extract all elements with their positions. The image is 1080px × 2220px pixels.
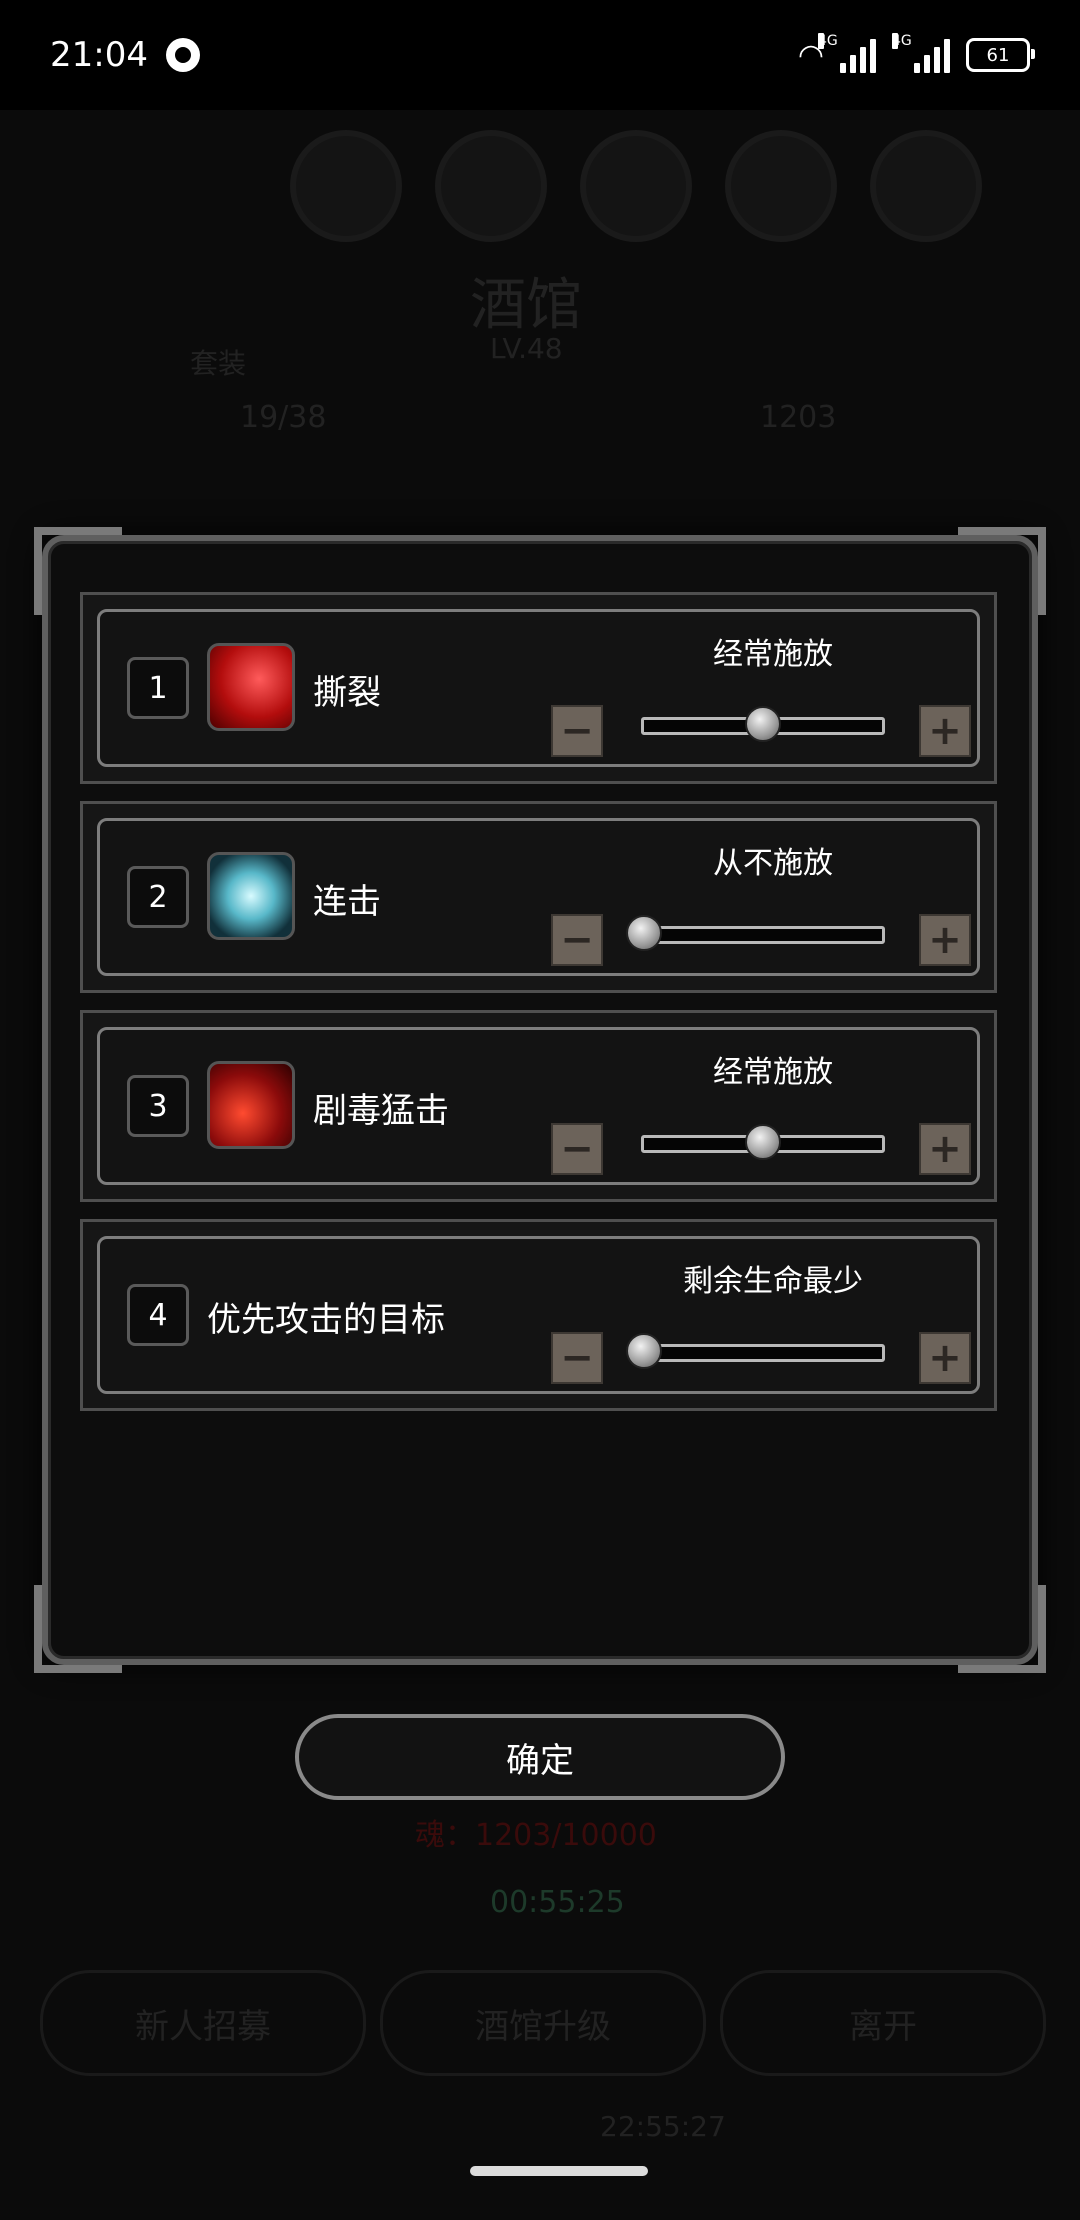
skill-name: 撕裂 [313, 673, 381, 713]
minus-icon: − [560, 1335, 594, 1381]
cast-frequency-slider[interactable] [641, 1124, 885, 1160]
bg-count-left: 19/38 [240, 400, 327, 435]
plus-icon: + [928, 1335, 962, 1381]
slider-thumb[interactable] [626, 1333, 662, 1369]
increase-button[interactable]: + [919, 705, 971, 757]
plus-icon: + [928, 917, 962, 963]
target-mode-label: 剩余生命最少 [683, 1264, 863, 1299]
skill-index-badge: 2 [127, 866, 189, 928]
signal-icon-2: 4G [892, 33, 950, 73]
signal-label-2: 4G [892, 33, 912, 49]
decrease-button[interactable]: − [551, 914, 603, 966]
cast-frequency-slider[interactable] [641, 706, 885, 742]
bg-upgrade-button: 酒馆升级 [380, 1970, 706, 2076]
bg-hero-icon [580, 130, 692, 242]
frame-ornament [958, 1585, 1046, 1673]
slider-thumb[interactable] [745, 706, 781, 742]
cast-mode-label: 从不施放 [713, 846, 833, 881]
minus-icon: − [560, 1126, 594, 1172]
skill-index-badge: 1 [127, 657, 189, 719]
decrease-button[interactable]: − [551, 705, 603, 757]
target-priority-slider[interactable] [626, 1333, 885, 1369]
bg-recruit-label: 新人招募 [135, 2006, 271, 2047]
target-priority-label: 优先攻击的目标 [207, 1300, 445, 1340]
status-bar: 21:04 ◠ 4G 4G 61 [0, 0, 1080, 110]
skill-index-badge: 3 [127, 1075, 189, 1137]
decrease-button[interactable]: − [551, 1123, 603, 1175]
skill-row: 3 剧毒猛击 经常施放 − + [80, 1010, 997, 1202]
plus-icon: + [928, 1126, 962, 1172]
status-time: 21:04 [50, 35, 148, 75]
bg-level: LV.48 [490, 332, 563, 365]
bg-bottom-timer: 22:55:27 [600, 2110, 726, 2143]
poison-strike-icon [207, 1061, 295, 1149]
cast-mode-label: 经常施放 [713, 637, 833, 672]
minus-icon: − [560, 917, 594, 963]
bg-hero-icon [435, 130, 547, 242]
signal-label-1: 4G [818, 33, 838, 49]
signal-icon-1: 4G [818, 33, 876, 73]
skill-index-badge: 4 [127, 1284, 189, 1346]
bg-timer: 00:55:25 [490, 1885, 625, 1920]
notification-icon [165, 38, 200, 72]
skill-name: 连击 [313, 882, 381, 922]
minus-icon: − [560, 708, 594, 754]
decrease-button[interactable]: − [551, 1332, 603, 1384]
cast-mode-label: 经常施放 [713, 1055, 833, 1090]
combo-blue-icon [207, 852, 295, 940]
bg-tab: 套装 [190, 347, 247, 380]
frame-ornament [34, 1585, 122, 1673]
increase-button[interactable]: + [919, 1123, 971, 1175]
increase-button[interactable]: + [919, 1332, 971, 1384]
skill-row: 1 撕裂 经常施放 − + [80, 592, 997, 784]
bg-recruit-button: 新人招募 [40, 1970, 366, 2076]
bg-leave-button: 离开 [720, 1970, 1046, 2076]
skill-name: 剧毒猛击 [313, 1091, 449, 1131]
bg-leave-label: 离开 [849, 2006, 917, 2047]
confirm-button[interactable]: 确定 [295, 1714, 785, 1800]
slider-thumb[interactable] [745, 1124, 781, 1160]
bg-count-right: 1203 [760, 400, 837, 435]
bg-upgrade-label: 酒馆升级 [475, 2006, 611, 2047]
cast-frequency-slider[interactable] [626, 915, 885, 951]
bg-hero-icon [725, 130, 837, 242]
confirm-label: 确定 [506, 1740, 574, 1781]
target-priority-row: 4 优先攻击的目标 剩余生命最少 − + [80, 1219, 997, 1411]
bg-title: 酒馆 [470, 273, 582, 338]
bg-hero-icon [870, 130, 982, 242]
battery-level: 61 [986, 44, 1010, 66]
bg-soul: 魂：1203/10000 [415, 1818, 657, 1853]
slash-red-icon [207, 643, 295, 731]
increase-button[interactable]: + [919, 914, 971, 966]
bg-hero-icon [290, 130, 402, 242]
slider-thumb[interactable] [626, 915, 662, 951]
battery-icon: 61 [966, 38, 1035, 72]
home-indicator[interactable] [470, 2166, 648, 2176]
skill-row: 2 连击 从不施放 − + [80, 801, 997, 993]
plus-icon: + [928, 708, 962, 754]
